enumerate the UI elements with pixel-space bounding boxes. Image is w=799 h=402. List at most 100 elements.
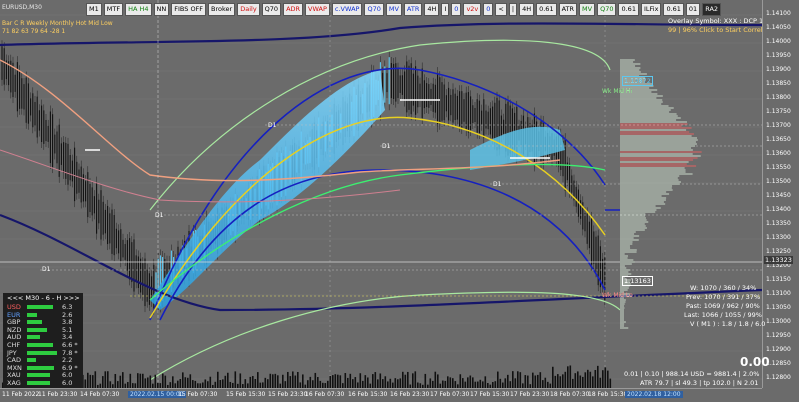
candle bbox=[43, 104, 45, 150]
volume-bar bbox=[444, 380, 447, 388]
range-stat-prev: Prev: 1070 / 391 / 37% bbox=[686, 293, 761, 301]
volume-bar bbox=[389, 378, 392, 388]
candle bbox=[384, 60, 386, 109]
toolbar-button-23[interactable]: ATR bbox=[558, 3, 578, 16]
toolbar-button-4[interactable]: FIBS OFF bbox=[171, 3, 207, 16]
strength-bar bbox=[27, 343, 53, 347]
volume-bar bbox=[172, 376, 174, 388]
volume-bar bbox=[587, 369, 589, 388]
toolbar-button-13[interactable]: ATR bbox=[403, 3, 423, 16]
volume-bar bbox=[349, 373, 352, 388]
toolbar-button-7[interactable]: Q70 bbox=[261, 3, 282, 16]
volume-bar bbox=[372, 374, 374, 388]
toolbar-button-28[interactable]: 0.61 bbox=[663, 3, 684, 16]
toolbar-button-0[interactable]: M1 bbox=[86, 3, 102, 16]
candle bbox=[104, 203, 106, 240]
volume-bar bbox=[569, 365, 572, 388]
price-tick: 1.13300 bbox=[766, 234, 791, 241]
volume-bar bbox=[579, 375, 582, 388]
toolbar-button-1[interactable]: MTF bbox=[103, 3, 124, 16]
volume-bar bbox=[139, 373, 142, 388]
volume-bar bbox=[364, 375, 367, 388]
price-tick: 1.13250 bbox=[766, 248, 791, 255]
toolbar-button-21[interactable]: 4H bbox=[519, 3, 535, 16]
toolbar-button-2[interactable]: HA H4 bbox=[125, 3, 152, 16]
candle bbox=[126, 234, 128, 277]
candle bbox=[91, 181, 93, 222]
currency-value: 6.0 bbox=[62, 379, 73, 387]
candle bbox=[32, 87, 34, 134]
volume-bar bbox=[597, 365, 599, 388]
toolbar-button-24[interactable]: MV bbox=[579, 3, 596, 16]
toolbar-button-25[interactable]: Q70 bbox=[597, 3, 617, 16]
toolbar-button-8[interactable]: ADR bbox=[283, 3, 304, 16]
candle bbox=[118, 224, 120, 260]
toolbar-button-12[interactable]: MV bbox=[385, 3, 402, 16]
candle bbox=[78, 163, 80, 199]
toolbar-button-5[interactable]: Broker bbox=[208, 3, 236, 16]
volume-bar bbox=[557, 374, 559, 388]
volume-bar bbox=[429, 378, 432, 388]
candle bbox=[566, 156, 568, 187]
price-chart[interactable] bbox=[0, 0, 762, 388]
price-tick: 1.13350 bbox=[766, 220, 791, 227]
price-tick: 1.12900 bbox=[766, 346, 791, 353]
toolbar-button-17[interactable]: v2v bbox=[463, 3, 482, 16]
volume-bar bbox=[109, 381, 112, 388]
outer-envelope-top bbox=[0, 22, 762, 47]
volume-bar bbox=[467, 377, 469, 388]
volume-bar bbox=[257, 372, 259, 388]
light-green-bottom bbox=[149, 291, 621, 381]
toolbar-button-6[interactable]: Daily bbox=[237, 3, 260, 16]
volume-bar bbox=[162, 373, 164, 388]
account-line2: ATR 79.7 | sl 49.3 | tp 102.0 | N 2.01 bbox=[640, 379, 759, 387]
toolbar-button-22[interactable]: 0.61 bbox=[536, 3, 557, 16]
candle bbox=[71, 154, 73, 188]
volume-bar bbox=[309, 376, 312, 388]
toolbar-button-29[interactable]: 01 bbox=[685, 3, 701, 16]
volume-bar bbox=[512, 371, 514, 388]
time-axis[interactable]: 11 Feb 2022 11 Feb 23:30 14 Feb 07:30 2022.… bbox=[0, 388, 762, 402]
price-tick: 1.12950 bbox=[766, 332, 791, 339]
toolbar-button-18[interactable]: 0 bbox=[483, 3, 494, 16]
toolbar-button-20[interactable]: | bbox=[508, 3, 518, 16]
volume-bar bbox=[317, 377, 319, 388]
toolbar-button-27[interactable]: ILFix bbox=[640, 3, 662, 16]
toolbar-button-10[interactable]: c.VWAP bbox=[331, 3, 363, 16]
toolbar-button-26[interactable]: 0.61 bbox=[618, 3, 639, 16]
volume-bar bbox=[577, 371, 579, 388]
strength-bar bbox=[27, 327, 47, 332]
panel-header[interactable]: <<< M30 - 6 - H >>> bbox=[7, 294, 80, 302]
candle bbox=[85, 175, 87, 208]
toolbar-button-19[interactable]: < bbox=[495, 3, 507, 16]
candle bbox=[36, 90, 38, 144]
candle bbox=[492, 100, 494, 144]
candle bbox=[60, 137, 62, 171]
volume-bar bbox=[519, 372, 522, 388]
volume-bar bbox=[354, 377, 357, 388]
volume-bar bbox=[287, 371, 289, 388]
volume-bar bbox=[362, 380, 364, 388]
toolbar-button-11[interactable]: Q70 bbox=[364, 3, 384, 16]
toolbar-button-3[interactable]: NN bbox=[153, 3, 170, 16]
price-tick: 1.13950 bbox=[766, 52, 791, 59]
candle bbox=[386, 67, 388, 99]
time-tick: 16 Feb 15:30 bbox=[348, 391, 388, 398]
time-tick: 17 Feb 23:30 bbox=[510, 391, 550, 398]
candle bbox=[30, 92, 32, 122]
currency-code: XAG bbox=[7, 379, 21, 387]
volume-bar bbox=[562, 374, 564, 388]
candle bbox=[14, 68, 16, 98]
toolbar-button-15[interactable]: I bbox=[441, 3, 450, 16]
price-tick: 1.13000 bbox=[766, 318, 791, 325]
candle bbox=[434, 78, 436, 119]
toolbar-button-16[interactable]: 0 bbox=[451, 3, 462, 16]
volume-bar bbox=[327, 380, 329, 388]
toolbar-button-9[interactable]: VWAP bbox=[305, 3, 330, 16]
cyan-band bbox=[150, 70, 385, 310]
toolbar-button-30[interactable]: RA2 bbox=[702, 3, 722, 16]
range-stat-w: W: 1070 / 360 / 34% bbox=[690, 284, 757, 292]
toolbar-button-14[interactable]: 4H bbox=[424, 3, 440, 16]
candle bbox=[100, 184, 102, 246]
price-axis[interactable]: 1.14100 1.14050 1.14000 1.13950 1.13900 1.138… bbox=[762, 0, 799, 388]
